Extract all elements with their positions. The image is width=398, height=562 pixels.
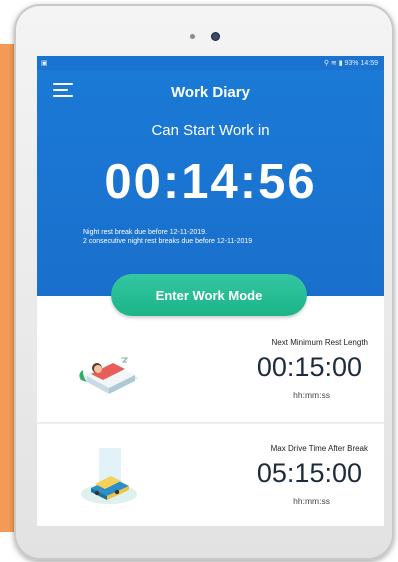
time-unit-label: hh:mm:ss [293, 496, 330, 506]
page-title: Work Diary [171, 84, 250, 101]
sensor-dot [190, 34, 195, 39]
rest-break-notice: Night rest break due before 12-11-2019. … [83, 228, 252, 246]
status-bar: ▣ ⚲ ≋ ▮ 93% 14:59 [37, 56, 384, 70]
bed-rest-icon [79, 357, 139, 394]
rest-length-card: Next Minimum Rest Length 00:15:00 hh:mm:… [37, 318, 384, 422]
battery-time-text: 93% 14:59 [344, 60, 378, 67]
time-unit-label: hh:mm:ss [293, 390, 330, 400]
drive-time-value: 05:15:00 [256, 458, 362, 488]
app-screen: ▣ ⚲ ≋ ▮ 93% 14:59 Work Diary Can Start W… [37, 56, 384, 526]
countdown-heading: Can Start Work in [151, 122, 270, 139]
card-label: Max Drive Time After Break [270, 444, 368, 453]
camera-icon [212, 33, 219, 40]
countdown-timer: 00:14:56 [104, 155, 317, 209]
drive-time-card: Max Drive Time After Break 05:15:00 hh:m… [37, 424, 384, 526]
wifi-icon: ⚲ ≋ ▮ [323, 60, 343, 67]
notice-line-2: 2 consecutive night rest breaks due befo… [83, 238, 253, 245]
notice-line-1: Night rest break due before 12-11-2019. [83, 229, 208, 236]
card-label: Next Minimum Rest Length [271, 338, 368, 347]
truck-icon [81, 448, 137, 504]
status-right: ⚲ ≋ ▮ 93% 14:59 [324, 59, 378, 67]
rest-length-value: 00:15:00 [256, 352, 362, 382]
enter-work-mode-button[interactable]: Enter Work Mode [111, 274, 307, 316]
notification-icon: ▣ [41, 60, 48, 67]
hero-panel: Work Diary Can Start Work in 00:14:56 Ni… [37, 70, 384, 296]
